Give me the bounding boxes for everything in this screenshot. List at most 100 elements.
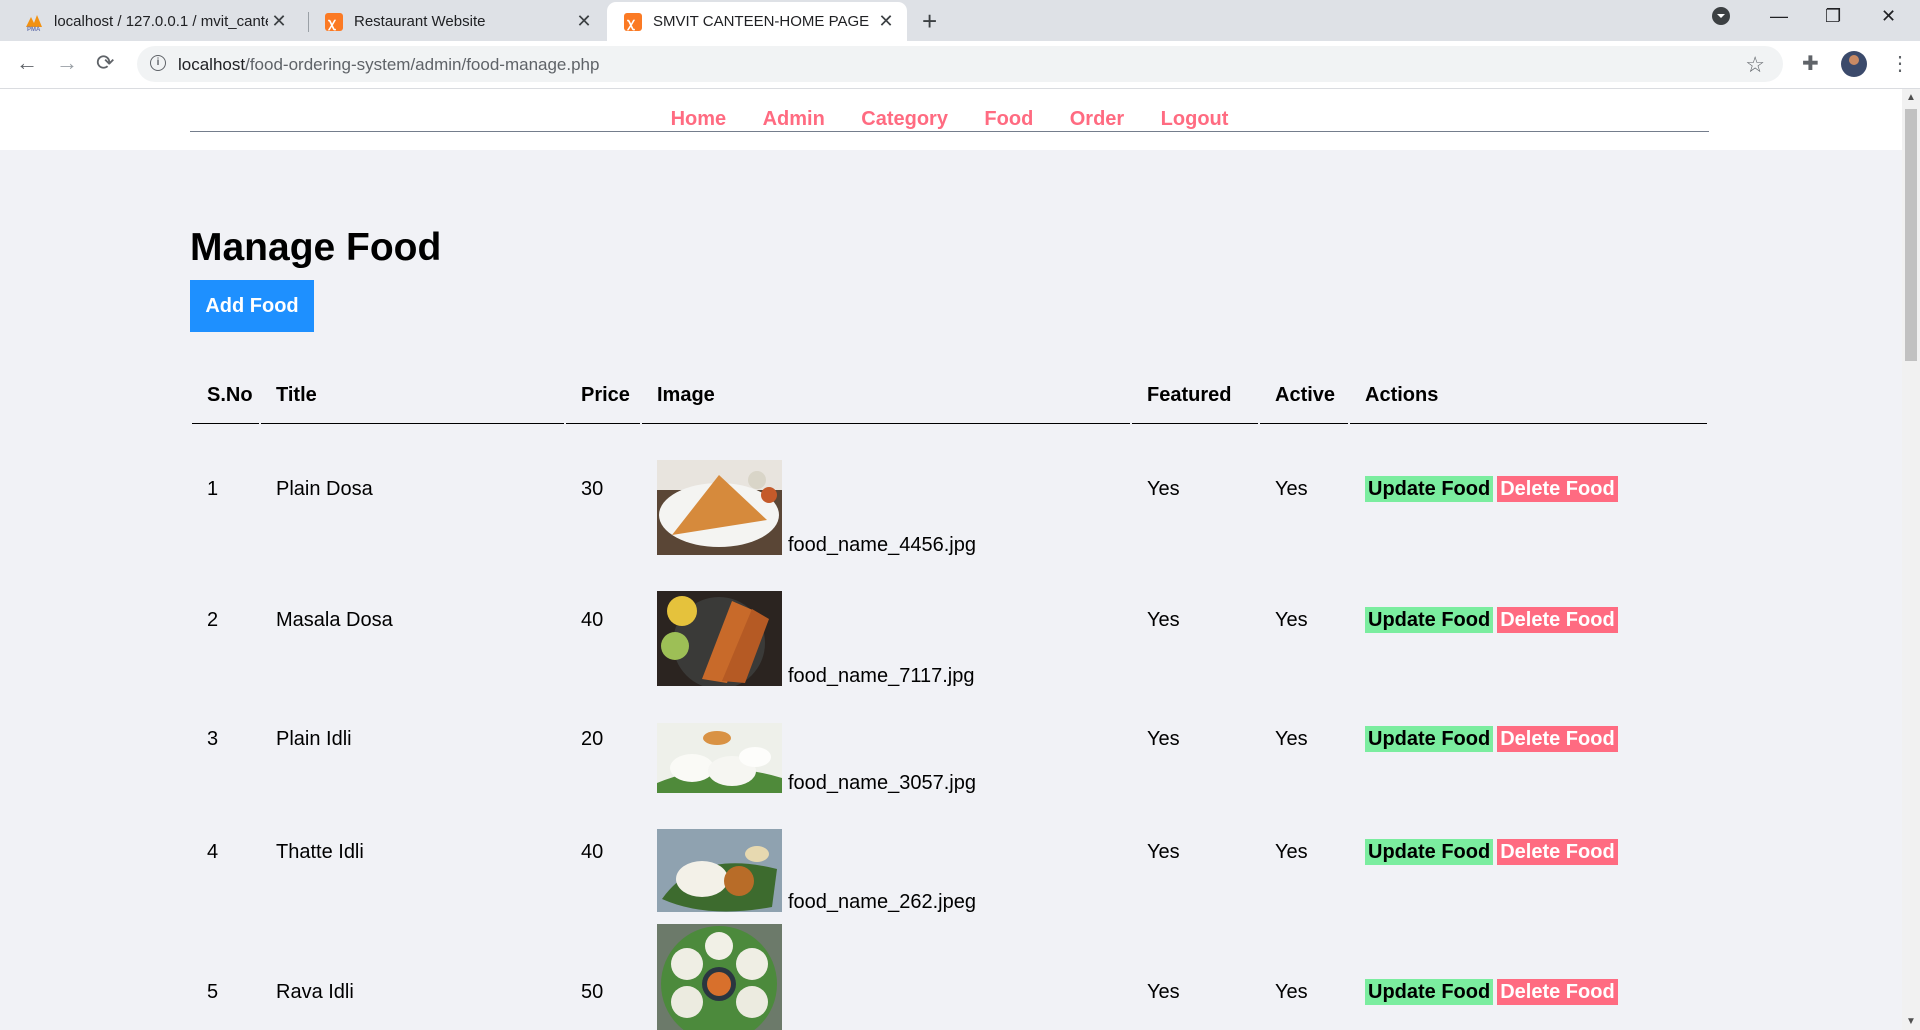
cell-price: 50 (581, 980, 604, 1003)
close-icon[interactable]: ✕ (875, 11, 897, 32)
browser-chrome: PMA localhost / 127.0.0.1 / mvit_canteen… (0, 0, 1920, 89)
cell-image: food_name_7117.jpg (642, 555, 1130, 686)
close-icon[interactable]: ✕ (268, 11, 290, 32)
back-icon[interactable]: ← (16, 51, 38, 75)
cell-actions: Update Food Delete Food (1350, 912, 1707, 1030)
close-icon[interactable]: ✕ (573, 11, 595, 32)
food-thumbnail (657, 924, 782, 1030)
update-food-button[interactable]: Update Food (1365, 978, 1494, 1005)
update-food-button[interactable]: Update Food (1365, 726, 1494, 752)
nav-category[interactable]: Category (861, 89, 948, 129)
menu-links: Home Admin Category Food Order Logout (190, 89, 1709, 132)
delete-food-button[interactable]: Delete Food (1497, 607, 1618, 633)
header-title: Title (261, 367, 564, 424)
cell-featured: Yes (1147, 980, 1180, 1003)
xampp-icon: ꭓ (624, 12, 642, 31)
menu-icon[interactable]: ⋮ (1890, 51, 1910, 76)
image-filename: food_name_3057.jpg (788, 772, 976, 794)
food-thumbnail (657, 829, 782, 912)
browser-toolbar: ← → ⟳ i localhost/food-ordering-system/a… (0, 41, 1920, 89)
cell-price: 40 (581, 609, 604, 631)
address-bar[interactable]: i localhost/food-ordering-system/admin/f… (137, 46, 1783, 82)
scroll-down-icon[interactable]: ▼ (1906, 1016, 1916, 1027)
cell-sno: 5 (207, 980, 219, 1003)
image-filename: food_name_7117.jpg (788, 665, 975, 687)
scrollbar-thumb[interactable] (1905, 109, 1917, 361)
table-header-row: S.No Title Price Image Featured Active A… (192, 367, 1707, 424)
svg-text:PMA: PMA (27, 27, 41, 32)
nav-logout[interactable]: Logout (1161, 89, 1229, 129)
info-icon[interactable]: i (150, 55, 166, 71)
header-sno: S.No (192, 367, 259, 424)
cell-active: Yes (1275, 841, 1308, 863)
cell-image: food_name_3057.jpg (642, 686, 1130, 793)
cell-title: Thatte Idli (276, 841, 364, 863)
url-text[interactable]: localhost/food-ordering-system/admin/foo… (178, 55, 599, 75)
tab-search-icon[interactable] (1711, 6, 1731, 31)
cell-sno: 4 (207, 841, 219, 863)
cell-featured: Yes (1147, 609, 1180, 631)
cell-active: Yes (1275, 478, 1308, 500)
cell-sno: 1 (207, 478, 219, 500)
nav-order[interactable]: Order (1070, 89, 1124, 129)
update-food-button[interactable]: Update Food (1365, 476, 1494, 502)
cell-sno: 2 (207, 609, 219, 631)
tab-smvit[interactable]: ꭓ SMVIT CANTEEN-HOME PAGE ✕ (607, 2, 907, 41)
cell-price: 30 (581, 478, 604, 500)
delete-food-button[interactable]: Delete Food (1497, 839, 1618, 865)
cell-actions: Update Food Delete Food (1350, 424, 1707, 555)
food-thumbnail (657, 460, 782, 555)
cell-featured: Yes (1147, 841, 1180, 863)
cell-price: 20 (581, 728, 604, 750)
nav-home[interactable]: Home (671, 89, 727, 129)
update-food-button[interactable]: Update Food (1365, 839, 1494, 865)
avatar[interactable] (1841, 51, 1867, 77)
header-actions: Actions (1350, 367, 1707, 424)
cell-price: 40 (581, 841, 604, 863)
cell-active: Yes (1275, 980, 1308, 1003)
bookmark-star-icon[interactable]: ☆ (1745, 52, 1765, 78)
food-thumbnail (657, 591, 782, 686)
update-food-button[interactable]: Update Food (1365, 607, 1494, 633)
header-active: Active (1260, 367, 1348, 424)
table-row: 1 Plain Dosa 30 food_name_4456.jpg Yes Y… (192, 424, 1707, 555)
cell-active: Yes (1275, 609, 1308, 631)
cell-actions: Update Food Delete Food (1350, 793, 1707, 912)
header-price: Price (566, 367, 640, 424)
xampp-icon: ꭓ (325, 12, 343, 31)
cell-title: Plain Idli (276, 728, 352, 750)
reload-icon[interactable]: ⟳ (96, 51, 114, 75)
cell-title: Plain Dosa (276, 478, 373, 500)
restore-button[interactable]: ❐ (1825, 6, 1841, 27)
tab-title: Restaurant Website (354, 13, 486, 30)
tab-phpmyadmin[interactable]: PMA localhost / 127.0.0.1 / mvit_canteen… (0, 2, 300, 41)
tab-strip: PMA localhost / 127.0.0.1 / mvit_canteen… (0, 0, 1920, 41)
table-row: 4 Thatte Idli 40 food_name_262.jpeg Yes … (192, 793, 1707, 912)
delete-food-button[interactable]: Delete Food (1497, 726, 1618, 752)
cell-sno: 3 (207, 728, 219, 750)
tab-restaurant[interactable]: ꭓ Restaurant Website ✕ (300, 2, 605, 41)
nav-admin[interactable]: Admin (763, 89, 825, 129)
cell-active: Yes (1275, 728, 1308, 750)
extensions-icon[interactable]: ✚ (1802, 51, 1819, 76)
page-title: Manage Food (190, 226, 442, 269)
page-scrollbar[interactable]: ▲ ▼ (1902, 89, 1920, 1030)
scroll-up-icon[interactable]: ▲ (1906, 92, 1916, 103)
forward-icon[interactable]: → (56, 51, 78, 75)
cell-image (642, 912, 1130, 1030)
cell-title: Masala Dosa (276, 609, 393, 631)
nav-food[interactable]: Food (984, 89, 1033, 129)
delete-food-button[interactable]: Delete Food (1497, 476, 1618, 502)
header-image: Image (642, 367, 1130, 424)
delete-food-button[interactable]: Delete Food (1497, 978, 1618, 1005)
table-row: 3 Plain Idli 20 food_name_3057.jpg Yes Y… (192, 686, 1707, 793)
close-window-button[interactable]: ✕ (1881, 6, 1896, 27)
top-menu: Home Admin Category Food Order Logout (0, 89, 1902, 150)
page-viewport: Home Admin Category Food Order Logout Ma… (0, 89, 1902, 1030)
new-tab-button[interactable]: + (922, 8, 937, 34)
food-table: S.No Title Price Image Featured Active A… (190, 367, 1709, 1030)
cell-title: Rava Idli (276, 980, 354, 1003)
image-filename: food_name_262.jpeg (788, 891, 976, 913)
minimize-button[interactable]: — (1770, 6, 1788, 27)
add-food-button[interactable]: Add Food (190, 280, 314, 332)
